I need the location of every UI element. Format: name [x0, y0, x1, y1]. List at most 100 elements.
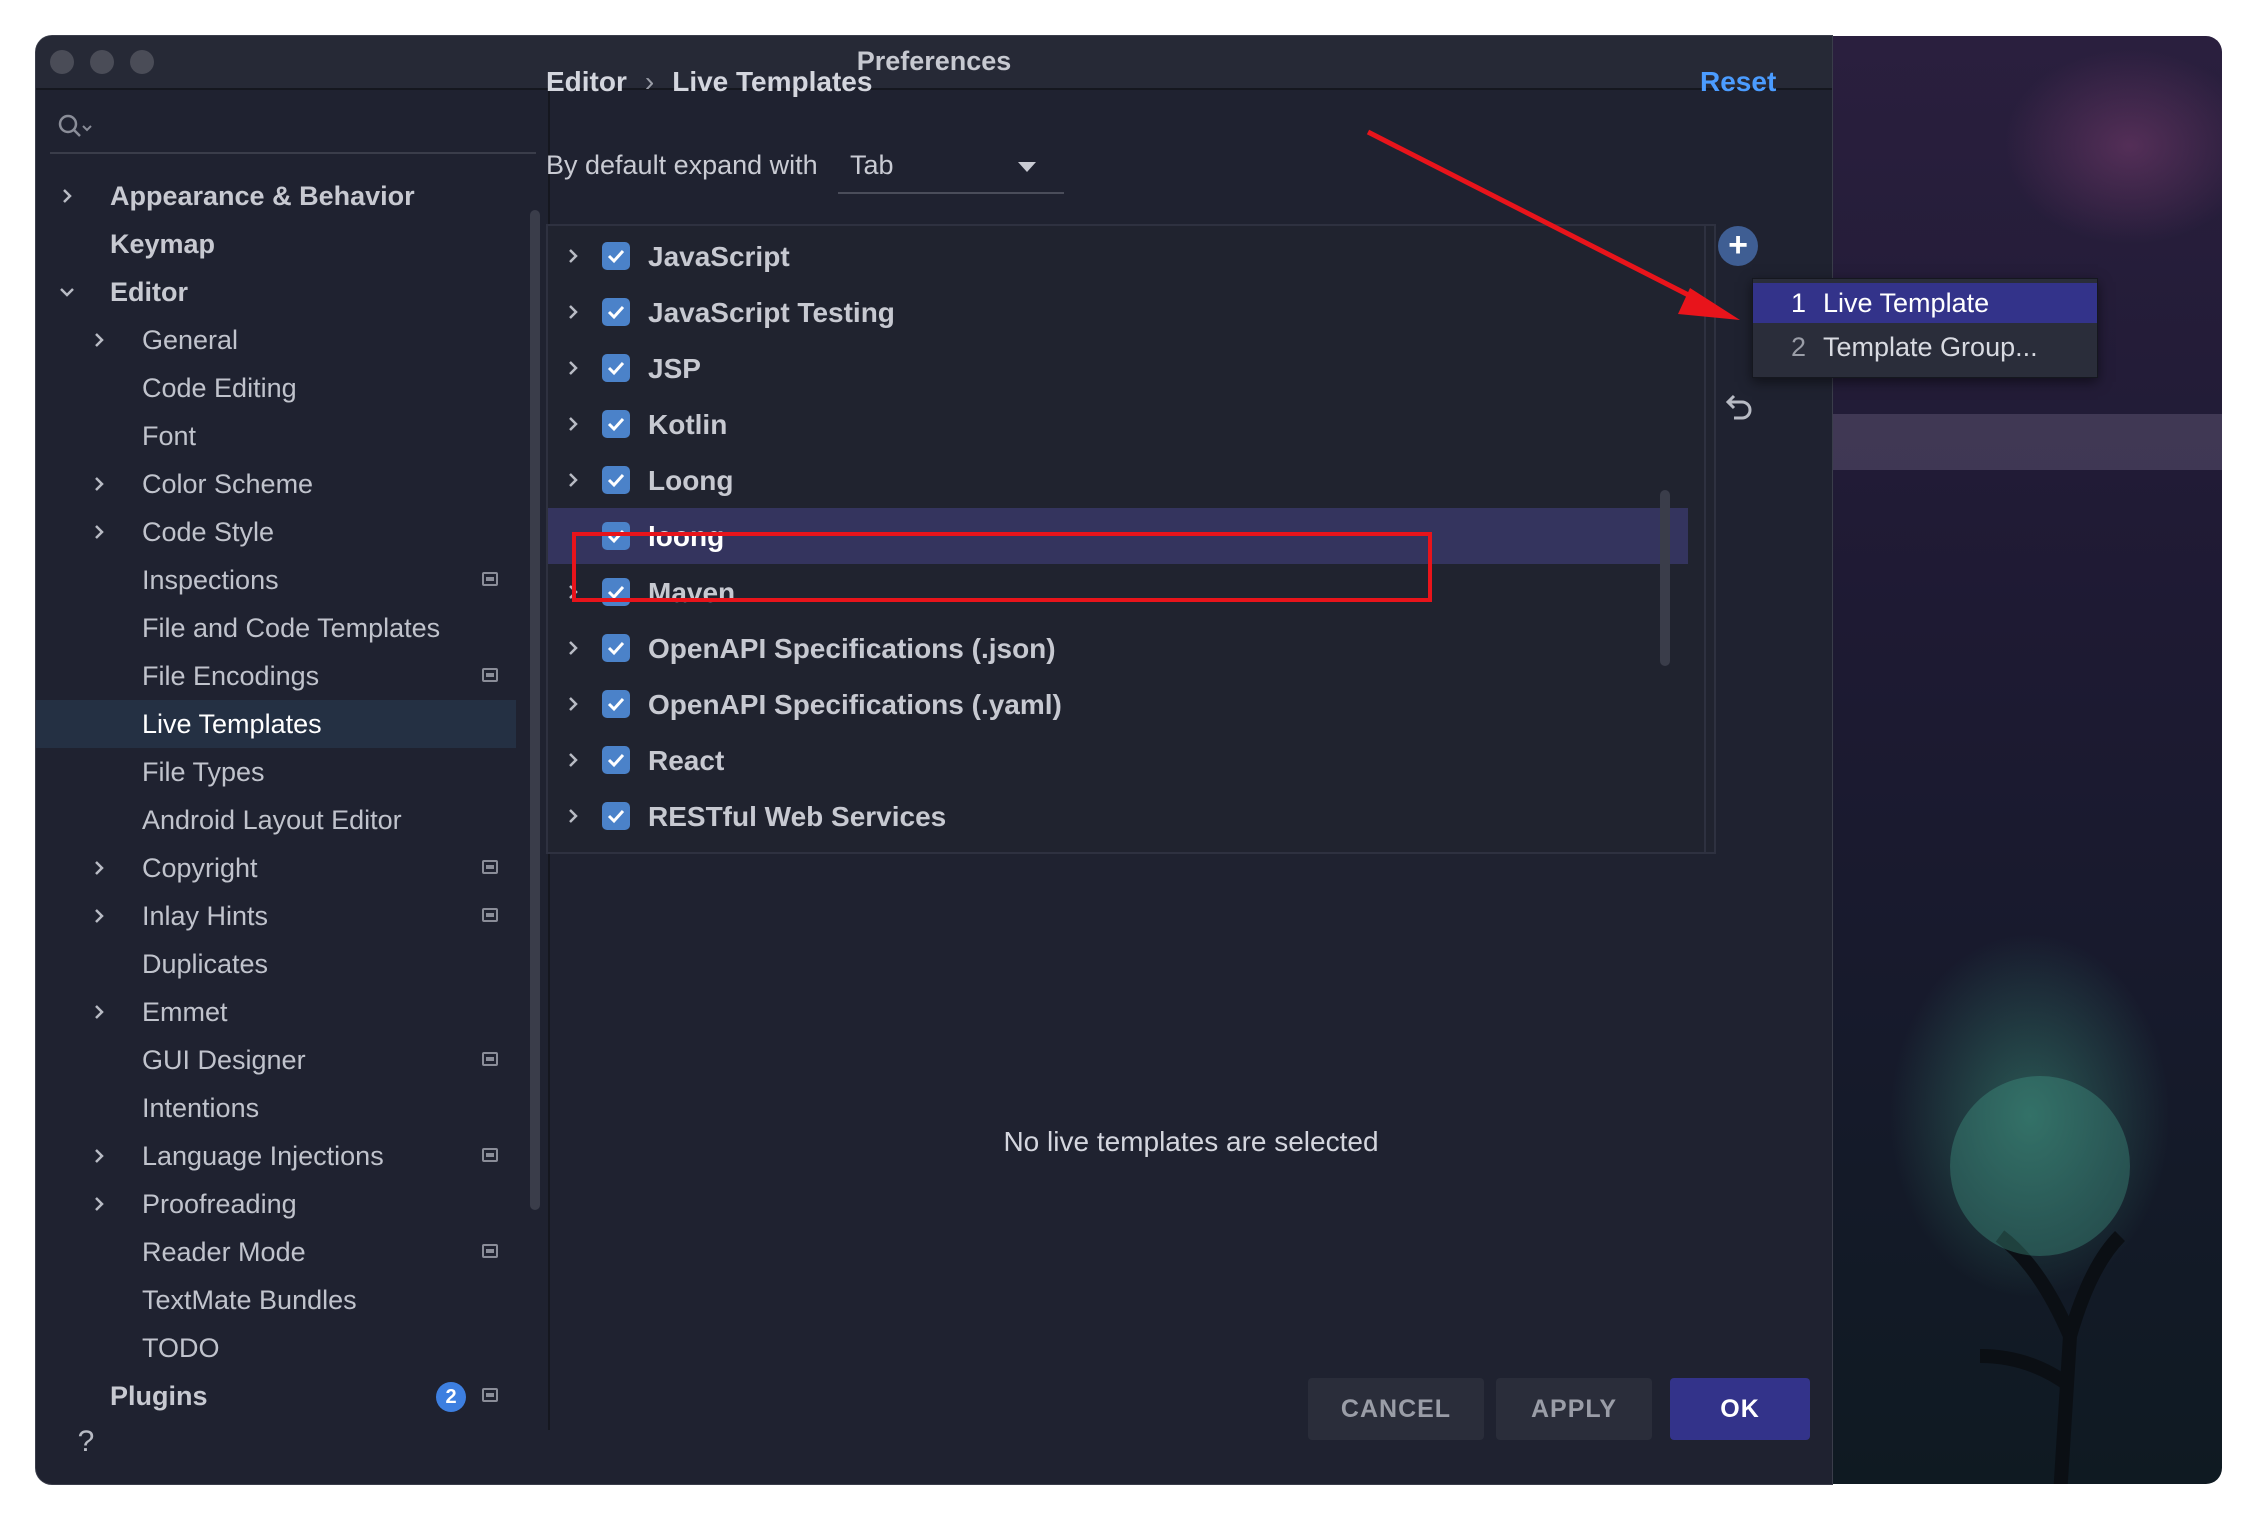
sidebar-item[interactable]: Inlay Hints: [36, 892, 516, 940]
sidebar-scrollbar[interactable]: [530, 210, 540, 1210]
sidebar-item[interactable]: TODO: [36, 1324, 516, 1372]
sidebar-item[interactable]: File and Code Templates: [36, 604, 516, 652]
project-scope-icon: [482, 908, 498, 922]
group-enabled-checkbox[interactable]: [602, 634, 630, 662]
dropdown-arrow-icon: [1018, 162, 1036, 172]
sidebar-item[interactable]: Appearance & Behavior: [36, 172, 516, 220]
project-scope-icon: [482, 1148, 498, 1162]
chevron-right-icon[interactable]: [562, 637, 584, 659]
chevron-right-icon[interactable]: [562, 301, 584, 323]
chevron-right-icon[interactable]: [562, 413, 584, 435]
chevron-right-icon[interactable]: [562, 357, 584, 379]
group-enabled-checkbox[interactable]: [602, 410, 630, 438]
template-group-label: JavaScript: [648, 241, 790, 272]
settings-sidebar: Appearance & Behavior Keymap Editor General…: [36, 90, 550, 1430]
sidebar-item[interactable]: General: [36, 316, 516, 364]
sidebar-item[interactable]: Intentions: [36, 1084, 516, 1132]
sidebar-item[interactable]: File Types: [36, 748, 516, 796]
ok-button[interactable]: OK: [1670, 1378, 1810, 1440]
popup-item-number: 1: [1791, 288, 1807, 318]
group-enabled-checkbox[interactable]: [602, 242, 630, 270]
chevron-right-icon[interactable]: [88, 329, 110, 351]
template-group-row[interactable]: JSP: [548, 340, 1688, 396]
sidebar-item[interactable]: Code Editing: [36, 364, 516, 412]
group-enabled-checkbox[interactable]: [602, 298, 630, 326]
settings-search-input[interactable]: [50, 100, 536, 154]
sidebar-item[interactable]: Reader Mode: [36, 1228, 516, 1276]
chevron-right-icon[interactable]: [562, 805, 584, 827]
expand-with-select[interactable]: Tab: [838, 140, 1064, 194]
sidebar-item[interactable]: Live Templates: [36, 700, 516, 748]
chevron-right-icon[interactable]: [88, 1001, 110, 1023]
template-group-row[interactable]: OpenAPI Specifications (.json): [548, 620, 1688, 676]
wallpaper-tree: [1950, 1076, 2130, 1484]
group-enabled-checkbox[interactable]: [602, 466, 630, 494]
search-icon: [58, 114, 92, 137]
template-group-row[interactable]: Loong: [548, 452, 1688, 508]
help-button[interactable]: ?: [66, 1422, 106, 1462]
chevron-right-icon[interactable]: [88, 905, 110, 927]
template-group-row[interactable]: JavaScript: [548, 228, 1688, 284]
sidebar-item-label: Keymap: [110, 229, 216, 259]
sidebar-item[interactable]: Color Scheme: [36, 460, 516, 508]
sidebar-item[interactable]: Editor: [36, 268, 516, 316]
popup-item-label: Template Group...: [1823, 332, 2038, 362]
project-scope-icon: [482, 572, 498, 586]
sidebar-item[interactable]: File Encodings: [36, 652, 516, 700]
chevron-right-icon[interactable]: [88, 1193, 110, 1215]
sidebar-item-label: Editor: [110, 277, 188, 307]
breadcrumb-live-templates: Live Templates: [672, 66, 873, 97]
sidebar-item-label: Inlay Hints: [142, 901, 269, 931]
group-enabled-checkbox[interactable]: [602, 802, 630, 830]
chevron-right-icon[interactable]: [88, 1145, 110, 1167]
project-scope-icon: [482, 1052, 498, 1066]
check-icon: [607, 753, 625, 768]
sidebar-item[interactable]: Copyright: [36, 844, 516, 892]
chevron-right-icon[interactable]: [88, 857, 110, 879]
template-group-row[interactable]: RESTful Web Services: [548, 788, 1688, 844]
sidebar-item[interactable]: Language Injections: [36, 1132, 516, 1180]
template-group-row[interactable]: Kotlin: [548, 396, 1688, 452]
reset-link[interactable]: Reset: [1700, 66, 1776, 98]
sidebar-item[interactable]: GUI Designer: [36, 1036, 516, 1084]
sidebar-item-label: Duplicates: [142, 949, 269, 979]
template-group-label: Kotlin: [648, 409, 728, 440]
sidebar-item[interactable]: Duplicates: [36, 940, 516, 988]
popup-item-label: Live Template: [1823, 288, 1990, 318]
template-group-row[interactable]: JavaScript Testing: [548, 284, 1688, 340]
list-scrollbar[interactable]: [1660, 490, 1670, 666]
list-side-toolbar: [1704, 224, 1756, 854]
apply-button[interactable]: APPLY: [1496, 1378, 1652, 1440]
chevron-right-icon[interactable]: [562, 749, 584, 771]
chevron-right-icon[interactable]: [562, 245, 584, 267]
sidebar-item[interactable]: Font: [36, 412, 516, 460]
add-icon[interactable]: +: [1718, 226, 1758, 266]
cancel-button[interactable]: CANCEL: [1308, 1378, 1484, 1440]
popup-menu-item[interactable]: 1 Live Template: [1753, 283, 2097, 323]
breadcrumb-editor[interactable]: Editor: [546, 66, 627, 97]
sidebar-item[interactable]: Code Style: [36, 508, 516, 556]
chevron-right-icon[interactable]: [562, 469, 584, 491]
template-group-row[interactable]: React: [548, 732, 1688, 788]
sidebar-item[interactable]: TextMate Bundles: [36, 1276, 516, 1324]
desktop-wallpaper: [1800, 36, 2222, 1484]
sidebar-item[interactable]: Emmet: [36, 988, 516, 1036]
sidebar-item[interactable]: Android Layout Editor: [36, 796, 516, 844]
chevron-right-icon[interactable]: [88, 473, 110, 495]
popup-menu-item[interactable]: 2 Template Group...: [1753, 327, 2097, 367]
group-enabled-checkbox[interactable]: [602, 354, 630, 382]
sidebar-item-label: Live Templates: [142, 709, 322, 739]
chevron-right-icon[interactable]: [562, 693, 584, 715]
group-enabled-checkbox[interactable]: [602, 690, 630, 718]
template-group-label: RESTful Web Services: [648, 801, 947, 832]
template-group-row[interactable]: OpenAPI Specifications (.yaml): [548, 676, 1688, 732]
group-enabled-checkbox[interactable]: [602, 746, 630, 774]
chevron-down-icon[interactable]: [56, 281, 78, 303]
sidebar-item[interactable]: Keymap: [36, 220, 516, 268]
chevron-right-icon[interactable]: [88, 521, 110, 543]
sidebar-item[interactable]: Plugins 2: [36, 1372, 516, 1420]
restore-icon[interactable]: [1720, 390, 1756, 426]
sidebar-item[interactable]: Proofreading: [36, 1180, 516, 1228]
sidebar-item[interactable]: Inspections: [36, 556, 516, 604]
chevron-right-icon[interactable]: [56, 185, 78, 207]
